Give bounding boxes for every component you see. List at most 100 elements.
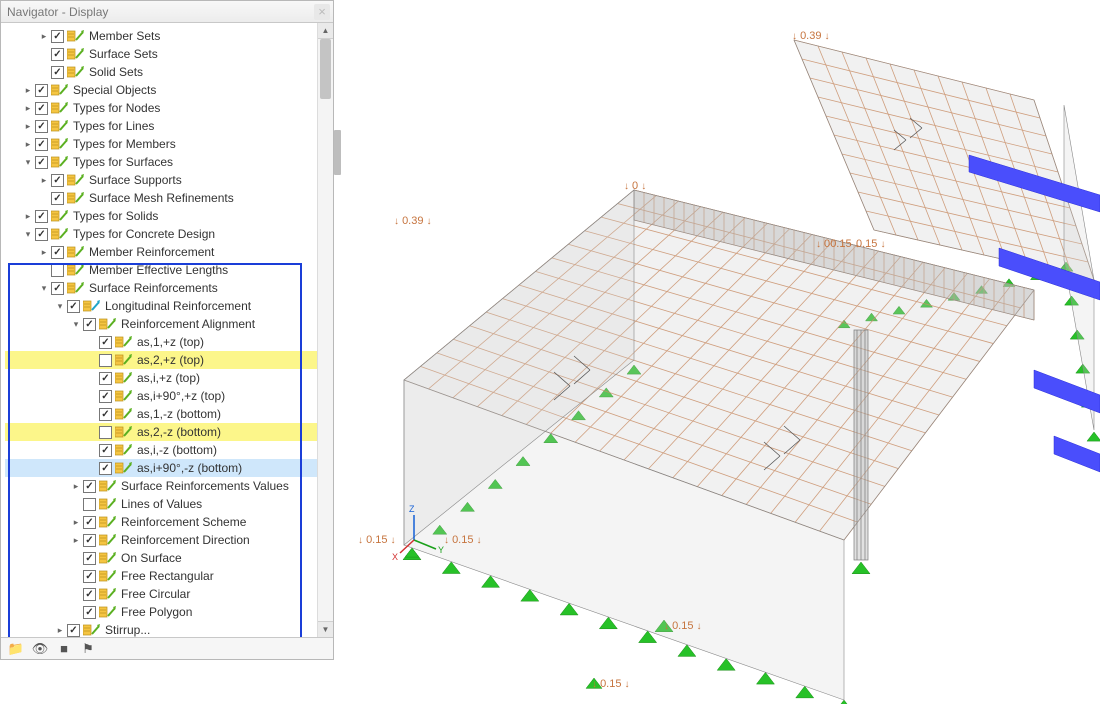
checkbox[interactable]	[35, 102, 48, 115]
expander-icon[interactable]: ▸	[69, 513, 83, 531]
camera-icon[interactable]: ■	[55, 641, 73, 657]
checkbox[interactable]	[99, 390, 112, 403]
tree-item-label: Surface Reinforcements Values	[121, 479, 289, 493]
expander-icon[interactable]: ▾	[21, 153, 35, 171]
tree-item[interactable]: ▾ Types for Surfaces	[5, 153, 333, 171]
tree-item[interactable]: ▸ Special Objects	[5, 81, 333, 99]
expander-icon[interactable]: ▸	[37, 27, 51, 45]
tree-item[interactable]: Free Circular	[5, 585, 333, 603]
checkbox[interactable]	[67, 624, 80, 637]
checkbox[interactable]	[99, 336, 112, 349]
tree-item[interactable]: ▾ Surface Reinforcements	[5, 279, 333, 297]
expander-icon[interactable]: ▾	[37, 279, 51, 297]
checkbox[interactable]	[51, 264, 64, 277]
navigator-panel: Navigator - Display × ▸ Member Sets Surf…	[0, 0, 334, 660]
tree-item[interactable]: as,1,+z (top)	[5, 333, 333, 351]
checkbox[interactable]	[83, 552, 96, 565]
checkbox[interactable]	[51, 246, 64, 259]
checkbox[interactable]	[51, 66, 64, 79]
checkbox[interactable]	[99, 354, 112, 367]
checkbox[interactable]	[99, 372, 112, 385]
scroll-up-icon[interactable]: ▲	[318, 23, 333, 39]
flag-icon[interactable]: ⚑	[79, 641, 97, 657]
checkbox[interactable]	[83, 606, 96, 619]
tree-item[interactable]: Solid Sets	[5, 63, 333, 81]
tree-item[interactable]: ▸ Stirrup...	[5, 621, 333, 637]
tree-item[interactable]: On Surface	[5, 549, 333, 567]
tree-item[interactable]: ▸ Member Reinforcement	[5, 243, 333, 261]
tree-item[interactable]: Member Effective Lengths	[5, 261, 333, 279]
tree-item[interactable]: Lines of Values	[5, 495, 333, 513]
expander-icon[interactable]: ▸	[69, 477, 83, 495]
eye-icon[interactable]: 👁	[31, 641, 49, 657]
tree-item[interactable]: ▸ Types for Nodes	[5, 99, 333, 117]
tree-item[interactable]: as,1,-z (bottom)	[5, 405, 333, 423]
tree-item[interactable]: ▸ Types for Lines	[5, 117, 333, 135]
tree-item-icon	[67, 29, 85, 43]
expander-icon[interactable]: ▸	[21, 117, 35, 135]
tree-item[interactable]: as,i,-z (bottom)	[5, 441, 333, 459]
checkbox[interactable]	[35, 84, 48, 97]
expander-icon[interactable]: ▸	[21, 99, 35, 117]
checkbox[interactable]	[51, 174, 64, 187]
tree-item[interactable]: as,i+90°,+z (top)	[5, 387, 333, 405]
checkbox[interactable]	[99, 462, 112, 475]
tree-item[interactable]: ▸ Member Sets	[5, 27, 333, 45]
tree-item[interactable]: as,i,+z (top)	[5, 369, 333, 387]
tree-item[interactable]: ▸ Types for Solids	[5, 207, 333, 225]
checkbox[interactable]	[35, 210, 48, 223]
tree-item[interactable]: ▾ Types for Concrete Design	[5, 225, 333, 243]
expander-icon[interactable]: ▾	[21, 225, 35, 243]
expander-icon[interactable]: ▾	[53, 297, 67, 315]
panel-resize-grip[interactable]	[334, 130, 341, 175]
checkbox[interactable]	[83, 534, 96, 547]
expander-icon[interactable]: ▸	[37, 171, 51, 189]
scroll-down-icon[interactable]: ▼	[318, 621, 333, 637]
tree-item[interactable]: as,i+90°,-z (bottom)	[5, 459, 333, 477]
expander-icon[interactable]: ▸	[21, 207, 35, 225]
expander-icon[interactable]: ▸	[21, 135, 35, 153]
checkbox[interactable]	[99, 444, 112, 457]
tree-item[interactable]: as,2,-z (bottom)	[5, 423, 333, 441]
checkbox[interactable]	[83, 516, 96, 529]
checkbox[interactable]	[83, 498, 96, 511]
tree-item[interactable]: as,2,+z (top)	[5, 351, 333, 369]
3d-viewport[interactable]: Z Y X ↓ 0.39 ↓ ↓ 0.39 ↓ ↓ 0 ↓ ↓ 00.15 ↓ …	[334, 0, 1100, 704]
checkbox[interactable]	[51, 192, 64, 205]
tree-item[interactable]: ▸ Reinforcement Direction	[5, 531, 333, 549]
checkbox[interactable]	[35, 228, 48, 241]
tree-item-icon	[51, 83, 69, 97]
tree-item[interactable]: Surface Sets	[5, 45, 333, 63]
expander-icon[interactable]: ▾	[69, 315, 83, 333]
checkbox[interactable]	[35, 120, 48, 133]
tree-item[interactable]: ▸ Reinforcement Scheme	[5, 513, 333, 531]
expander-icon[interactable]: ▸	[21, 81, 35, 99]
checkbox[interactable]	[99, 408, 112, 421]
checkbox[interactable]	[83, 570, 96, 583]
checkbox[interactable]	[51, 30, 64, 43]
tree-item[interactable]: ▾ Reinforcement Alignment	[5, 315, 333, 333]
tree-item[interactable]: Free Polygon	[5, 603, 333, 621]
scroll-thumb[interactable]	[320, 39, 331, 99]
tree-item[interactable]: ▾ Longitudinal Reinforcement	[5, 297, 333, 315]
tree-item[interactable]: Free Rectangular	[5, 567, 333, 585]
tree-item[interactable]: ▸ Types for Members	[5, 135, 333, 153]
checkbox[interactable]	[83, 588, 96, 601]
checkbox[interactable]	[35, 156, 48, 169]
expander-icon[interactable]: ▸	[53, 621, 67, 637]
checkbox[interactable]	[83, 318, 96, 331]
checkbox[interactable]	[51, 48, 64, 61]
tree-item[interactable]: ▸ Surface Reinforcements Values	[5, 477, 333, 495]
folder-icon[interactable]: 📁	[7, 641, 25, 657]
vertical-scrollbar[interactable]: ▲ ▼	[317, 23, 333, 637]
tree-item[interactable]: Surface Mesh Refinements	[5, 189, 333, 207]
expander-icon[interactable]: ▸	[69, 531, 83, 549]
expander-icon[interactable]: ▸	[37, 243, 51, 261]
checkbox[interactable]	[67, 300, 80, 313]
checkbox[interactable]	[83, 480, 96, 493]
checkbox[interactable]	[35, 138, 48, 151]
checkbox[interactable]	[51, 282, 64, 295]
tree-item[interactable]: ▸ Surface Supports	[5, 171, 333, 189]
close-icon[interactable]: ×	[314, 4, 330, 20]
checkbox[interactable]	[99, 426, 112, 439]
